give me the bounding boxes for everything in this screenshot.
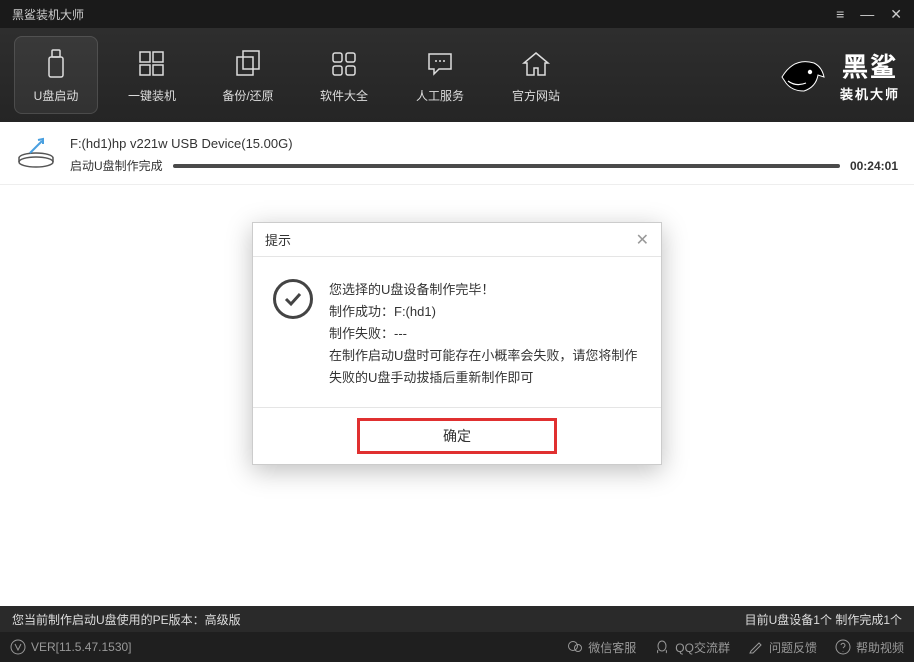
statusbar-primary: 您当前制作启动U盘使用的PE版本：高级版 目前U盘设备1个 制作完成1个 (0, 606, 914, 632)
windows-icon (135, 47, 169, 81)
tool-label: 软件大全 (320, 87, 368, 104)
tool-label: 备份/还原 (222, 87, 273, 104)
version-label[interactable]: VER[11.5.47.1530] (10, 639, 132, 655)
status-pe-version: 您当前制作启动U盘使用的PE版本：高级版 (12, 611, 241, 628)
feedback[interactable]: 问题反馈 (748, 639, 817, 656)
tool-label: 官方网站 (512, 87, 560, 104)
wechat-support[interactable]: 微信客服 (567, 639, 636, 656)
dialog-close-icon[interactable]: ✕ (636, 230, 649, 250)
brand-line1: 黑鲨 (842, 47, 898, 84)
shark-icon (774, 47, 830, 103)
dialog-line3: 制作失败：--- (329, 323, 641, 345)
statusbar-secondary: VER[11.5.47.1530] 微信客服 QQ交流群 问题反馈 帮助视频 (0, 632, 914, 662)
check-icon (273, 279, 313, 319)
usb-icon (39, 47, 73, 81)
grid-icon (327, 47, 361, 81)
modal-overlay: 提示 ✕ 您选择的U盘设备制作完毕！ 制作成功：F:(hd1) 制作失败：---… (0, 122, 914, 606)
copy-icon (231, 47, 265, 81)
qq-group[interactable]: QQ交流群 (654, 639, 730, 656)
brand-logo: 黑鲨 装机大师 (774, 47, 900, 103)
dialog-line2: 制作成功：F:(hd1) (329, 301, 641, 323)
help-icon (835, 639, 851, 655)
tool-one-click[interactable]: 一键装机 (110, 36, 194, 114)
tool-label: U盘启动 (34, 87, 79, 104)
titlebar-controls: ≡ — ✕ (836, 6, 902, 23)
titlebar: 黑鲨装机大师 ≡ — ✕ (0, 0, 914, 28)
home-icon (519, 47, 553, 81)
dialog-footer: 确定 (253, 407, 661, 464)
ok-button[interactable]: 确定 (357, 418, 557, 454)
dialog-body: 您选择的U盘设备制作完毕！ 制作成功：F:(hd1) 制作失败：--- 在制作启… (253, 257, 661, 407)
dialog-line4: 在制作启动U盘时可能存在小概率会失败，请您将制作失败的U盘手动拔插后重新制作即可 (329, 345, 641, 389)
toolbar: U盘启动 一键装机 备份/还原 软件大全 人工服务 官方网站 黑鲨 装机大师 (0, 28, 914, 122)
dialog-line1: 您选择的U盘设备制作完毕！ (329, 279, 641, 301)
qq-icon (654, 639, 670, 655)
feedback-icon (748, 639, 764, 655)
tool-usb-boot[interactable]: U盘启动 (14, 36, 98, 114)
tool-support[interactable]: 人工服务 (398, 36, 482, 114)
help-video[interactable]: 帮助视频 (835, 639, 904, 656)
tool-website[interactable]: 官方网站 (494, 36, 578, 114)
content-area: F:(hd1)hp v221w USB Device(15.00G) 启动U盘制… (0, 122, 914, 606)
menu-icon[interactable]: ≡ (836, 6, 844, 22)
tool-label: 人工服务 (416, 87, 464, 104)
status-device-count: 目前U盘设备1个 制作完成1个 (745, 611, 902, 628)
dialog-title: 提示 (265, 230, 291, 249)
tool-backup[interactable]: 备份/还原 (206, 36, 290, 114)
tool-label: 一键装机 (128, 87, 176, 104)
app-title: 黑鲨装机大师 (12, 6, 836, 23)
minimize-icon[interactable]: — (860, 6, 874, 22)
dialog: 提示 ✕ 您选择的U盘设备制作完毕！ 制作成功：F:(hd1) 制作失败：---… (252, 222, 662, 465)
wechat-icon (567, 639, 583, 655)
chat-icon (423, 47, 457, 81)
close-icon[interactable]: ✕ (890, 6, 902, 23)
dialog-header: 提示 ✕ (253, 223, 661, 257)
brand-line2: 装机大师 (840, 84, 900, 103)
version-icon (10, 639, 26, 655)
tool-software[interactable]: 软件大全 (302, 36, 386, 114)
app-window: 黑鲨装机大师 ≡ — ✕ U盘启动 一键装机 备份/还原 软件大全 人工服务 (0, 0, 914, 662)
